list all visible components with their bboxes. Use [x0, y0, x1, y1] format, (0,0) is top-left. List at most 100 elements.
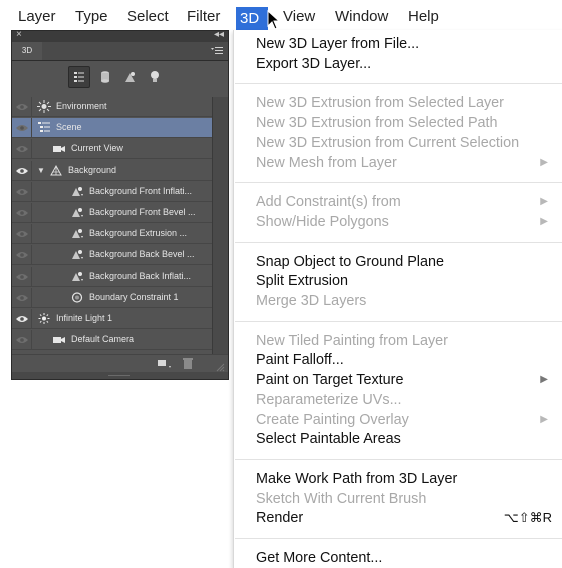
material-filter-icon [125, 72, 135, 82]
visibility-eye-icon[interactable] [12, 224, 32, 244]
menu-filter[interactable]: Filter [187, 6, 220, 28]
menu-item-label: Create Painting Overlay [256, 411, 409, 428]
close-panel-icon[interactable]: × [16, 29, 22, 40]
menu-item-new-mesh-from-layer: New Mesh from Layer ▶ [256, 153, 556, 173]
environment-icon [37, 100, 51, 113]
tab-3d[interactable]: 3D [12, 42, 42, 60]
visibility-eye-icon[interactable] [12, 287, 32, 307]
submenu-arrow-icon: ▶ [540, 156, 548, 168]
menu-select[interactable]: Select [127, 6, 169, 28]
layer-row[interactable]: Background Extrusion ... [12, 224, 212, 245]
menu-item-label: New Mesh from Layer [256, 154, 397, 171]
scene-icon [37, 121, 51, 134]
menu-item-label: Show/Hide Polygons [256, 213, 389, 230]
menu-window[interactable]: Window [335, 6, 388, 28]
visibility-eye-icon[interactable] [12, 160, 32, 180]
layer-label: Background Front Inflati... [89, 185, 193, 196]
menu-item-export-3d-layer[interactable]: Export 3D Layer... [256, 54, 556, 74]
menu-item-new-3d-extrusion-from-current-selection: New 3D Extrusion from Current Selection [256, 133, 556, 153]
layer-row[interactable]: Background Front Bevel ... [12, 203, 212, 223]
menu-layer[interactable]: Layer [18, 6, 56, 28]
menu-view[interactable]: View [283, 6, 315, 28]
collapse-panel-icon[interactable]: ◂◂ [214, 29, 224, 40]
expand-triangle-icon[interactable]: ▼ [37, 161, 45, 180]
menu-type[interactable]: Type [75, 6, 108, 28]
scene-filter-icon [74, 72, 84, 82]
menu-item-new-3d-layer-from-file[interactable]: New 3D Layer from File... [256, 34, 556, 54]
layer-row[interactable]: Scene [12, 118, 212, 139]
mesh-filter-icon [101, 71, 109, 83]
material-icon [70, 185, 84, 198]
filter-meshes-button[interactable] [97, 69, 113, 85]
visibility-eye-icon[interactable] [12, 266, 32, 286]
submenu-arrow-icon: ▶ [540, 196, 548, 208]
menu-item-make-work-path-from-3d-layer[interactable]: Make Work Path from 3D Layer [256, 469, 556, 489]
camera-icon [52, 142, 66, 155]
visibility-eye-icon[interactable] [12, 181, 32, 201]
layer-row[interactable]: Infinite Light 1 [12, 309, 212, 329]
menu-item-split-extrusion[interactable]: Split Extrusion [256, 271, 556, 291]
menu-item-get-more-content[interactable]: Get More Content... [256, 548, 556, 568]
menu-separator [235, 458, 562, 460]
constraint-icon [70, 291, 84, 304]
menu-item-label: Paint Falloff... [256, 352, 344, 369]
visibility-eye-icon[interactable] [12, 97, 32, 116]
layer-row[interactable]: Background Back Inflati... [12, 266, 212, 287]
lightbulb-icon [151, 71, 159, 82]
layer-row[interactable]: Current View [12, 139, 212, 160]
resize-grip-icon[interactable] [216, 363, 225, 372]
layer-row[interactable]: Default Camera [12, 330, 212, 351]
menu-item-paint-falloff[interactable]: Paint Falloff... [256, 350, 556, 370]
layer-label: Background Front Bevel ... [89, 207, 196, 217]
menu-item-snap-object-to-ground-plane[interactable]: Snap Object to Ground Plane [256, 252, 556, 272]
filter-lights-button[interactable] [147, 69, 163, 85]
visibility-eye-icon[interactable] [12, 330, 32, 350]
3d-dropdown-menu: New 3D Layer from File... Export 3D Layer… [233, 30, 562, 568]
menu-separator [235, 538, 562, 539]
layer-label: Current View [71, 143, 123, 154]
material-icon [70, 227, 84, 240]
visibility-eye-icon[interactable] [12, 139, 32, 159]
3d-panel: × ◂◂ 3D Environment Scene Current View ▼… [11, 29, 229, 380]
visibility-eye-icon[interactable] [12, 245, 32, 265]
layer-row[interactable]: Boundary Constraint 1 [12, 287, 212, 308]
layers-list: Environment Scene Current View ▼ Background B… [12, 97, 228, 354]
menu-item-new-tiled-painting-from-layer: New Tiled Painting from Layer [256, 331, 556, 351]
visibility-eye-icon[interactable] [12, 309, 32, 328]
new-light-icon[interactable] [157, 358, 173, 370]
menu-3d[interactable]: 3D [236, 7, 268, 30]
visibility-eye-icon[interactable] [12, 203, 32, 222]
menu-item-label: Merge 3D Layers [256, 293, 367, 309]
menu-item-label: Paint on Target Texture [256, 372, 404, 389]
filter-materials-button[interactable] [122, 69, 138, 85]
light-icon [37, 312, 51, 325]
layer-row[interactable]: ▼ Background [12, 160, 212, 181]
submenu-arrow-icon: ▶ [540, 413, 548, 425]
layer-label: Boundary Constraint 1 [89, 291, 179, 302]
panel-title-bar: × ◂◂ [12, 29, 228, 42]
layer-row[interactable]: Background Front Inflati... [12, 181, 212, 202]
menu-item-show-hide-polygons: Show/Hide Polygons ▶ [256, 212, 556, 232]
mesh-icon [49, 164, 63, 177]
menu-item-label: Select Paintable Areas [256, 431, 401, 448]
menu-help[interactable]: Help [408, 6, 439, 28]
submenu-arrow-icon: ▶ [540, 374, 548, 386]
menu-item-label: Get More Content... [256, 550, 383, 566]
layer-label: Environment [56, 101, 107, 111]
menu-item-label: Snap Object to Ground Plane [256, 253, 444, 270]
filter-scene-button[interactable] [68, 66, 90, 88]
visibility-eye-icon[interactable] [12, 118, 32, 138]
trash-icon[interactable] [182, 357, 194, 370]
menu-item-select-paintable-areas[interactable]: Select Paintable Areas [256, 429, 556, 449]
layers-scrollbar[interactable] [212, 97, 228, 354]
menu-item-label: Render [256, 510, 304, 527]
layer-row[interactable]: Background Back Bevel ... [12, 245, 212, 266]
layer-row[interactable]: Environment [12, 97, 212, 117]
menu-item-paint-on-target-texture[interactable]: Paint on Target Texture ▶ [256, 370, 556, 390]
layer-label: Background Back Bevel ... [89, 249, 195, 260]
panel-resize-handle[interactable] [12, 372, 228, 379]
menu-separator [235, 320, 562, 322]
panel-menu-icon[interactable] [211, 46, 223, 55]
menu-item-render[interactable]: Render ⌥⇧⌘R [256, 508, 556, 528]
menu-item-label: New Tiled Painting from Layer [256, 332, 448, 349]
